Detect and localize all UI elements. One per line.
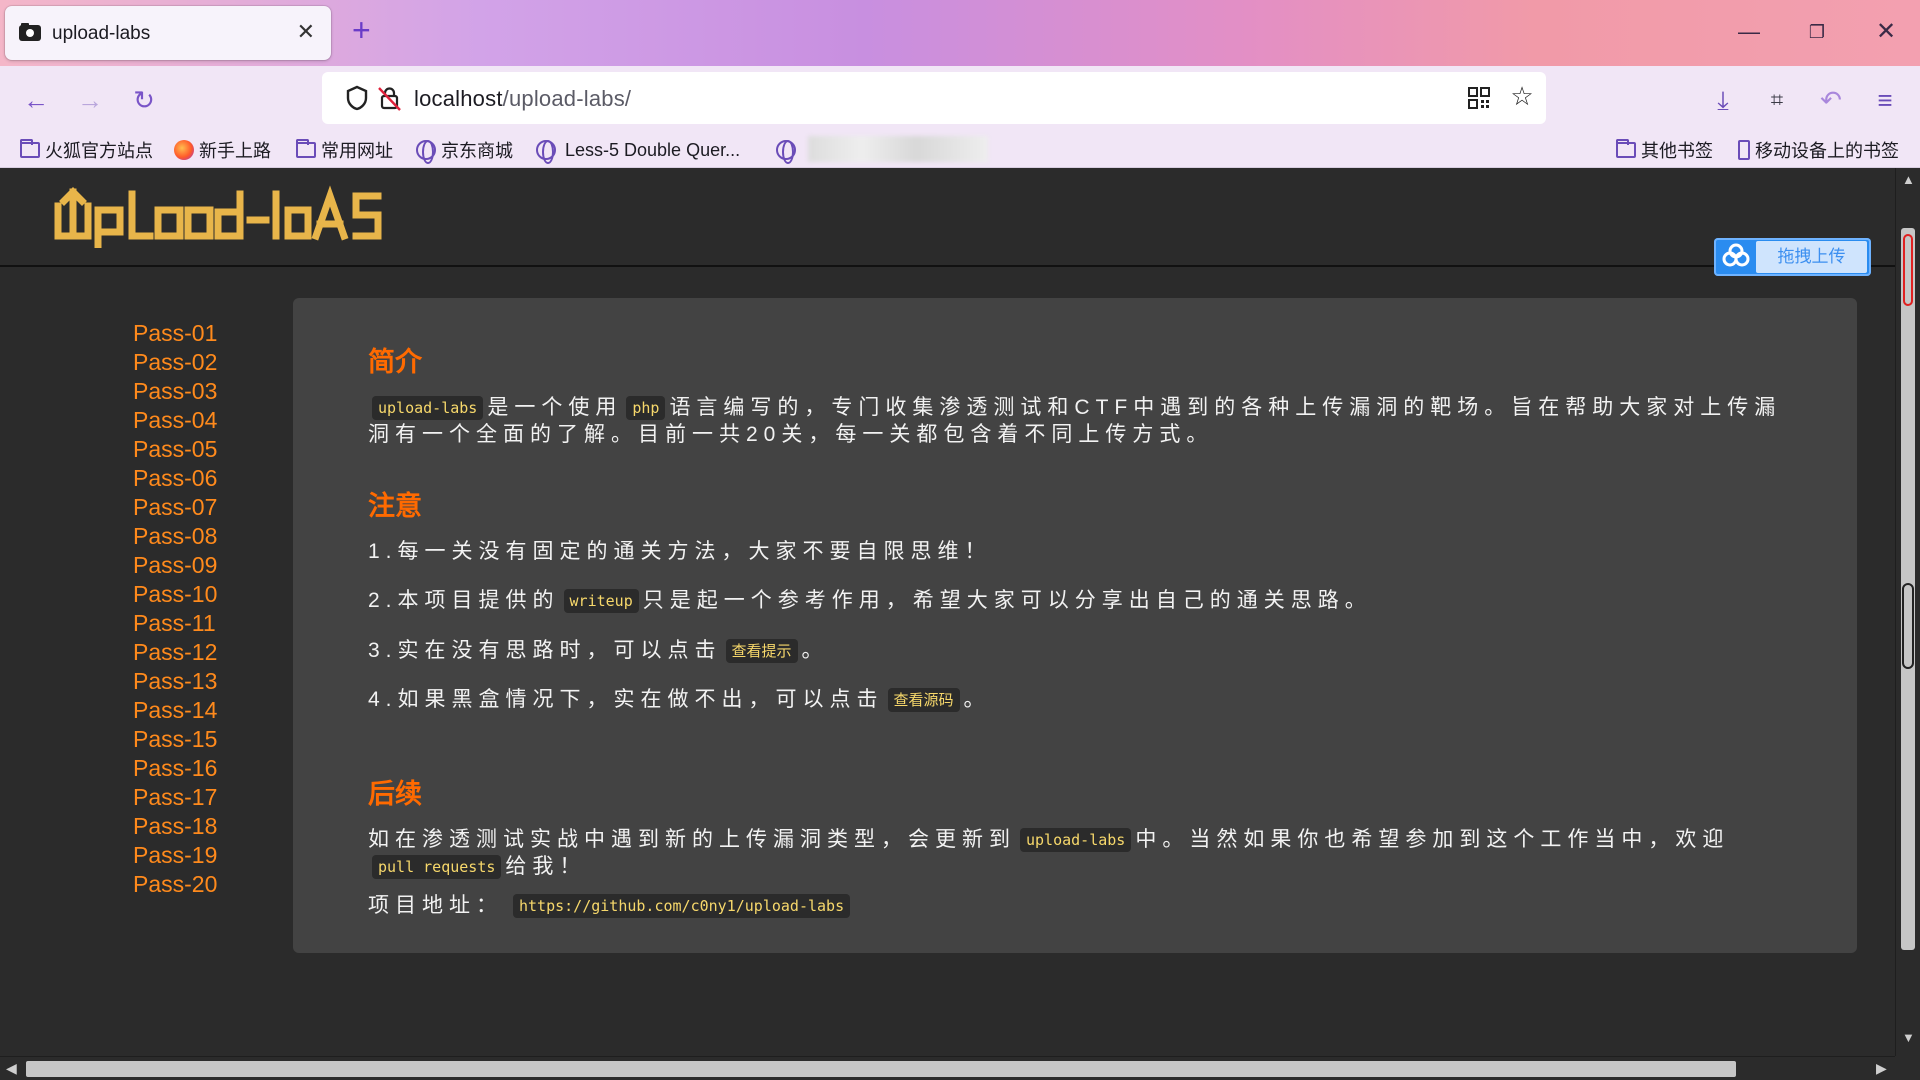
nav-pass-16[interactable]: Pass-16	[133, 755, 217, 782]
tab-strip: upload-labs ✕ + — ❐ ✕	[0, 0, 1920, 66]
bookmark-redacted[interactable]	[776, 136, 796, 164]
cloud-upload-icon	[1722, 243, 1750, 267]
scroll-corner	[1895, 1056, 1920, 1080]
minimize-icon[interactable]: —	[1729, 14, 1769, 50]
scroll-right-icon[interactable]: ▶	[1876, 1060, 1887, 1077]
scroll-up-icon[interactable]: ▲	[1902, 172, 1915, 187]
bookmark-common-sites[interactable]: 常用网址	[296, 136, 393, 164]
tab-title: upload-labs	[52, 23, 151, 44]
folder-icon	[20, 139, 40, 158]
navigation-toolbar: ← → ↻ localhost/upload-labs/ ☆ ⤓ ⌗ ↶ ≡	[0, 66, 1920, 132]
inline-code-upload-labs: upload-labs	[372, 396, 484, 420]
forward-icon[interactable]: →	[70, 80, 110, 120]
download-icon[interactable]: ⤓	[1703, 80, 1743, 120]
nav-pass-11[interactable]: Pass-11	[133, 610, 216, 637]
menu-icon[interactable]: ≡	[1865, 80, 1905, 120]
bookmark-star-icon[interactable]: ☆	[1507, 81, 1537, 111]
drag-upload-button[interactable]: 拖拽上传	[1714, 238, 1871, 276]
nav-pass-02[interactable]: Pass-02	[133, 349, 217, 376]
redacted-bookmark	[808, 136, 988, 162]
view-hint-button[interactable]: 查看提示	[725, 639, 798, 663]
tab-favicon-icon	[19, 23, 41, 41]
notice-heading: 注意	[368, 491, 422, 521]
nav-pass-12[interactable]: Pass-12	[133, 639, 217, 666]
notice-item-2: 2.本项目提供的 writeup 只是起一个参考作用，希望大家可以分享出自己的通关思…	[368, 589, 1372, 613]
nav-pass-13[interactable]: Pass-13	[133, 668, 217, 695]
scroll-indicator-dark	[1902, 583, 1914, 669]
followup-paragraph: 如在渗透测试实战中遇到新的上传漏洞类型，会更新到 upload-labs 中。当然如…	[368, 828, 1730, 879]
folder-icon	[1616, 139, 1636, 158]
scroll-down-icon[interactable]: ▼	[1902, 1030, 1915, 1045]
project-address: 项目地址： https://github.com/c0ny1/upload-lab…	[368, 892, 1788, 919]
upload-labs-logo[interactable]	[54, 182, 399, 248]
intro-heading: 简介	[368, 347, 422, 377]
shield-icon[interactable]	[342, 83, 372, 113]
inline-code-upload-labs-2: upload-labs	[1020, 828, 1132, 852]
notice-item-4: 4.如果黑盒情况下，实在做不出，可以点击 查看源码。	[368, 688, 991, 712]
nav-pass-08[interactable]: Pass-08	[133, 523, 217, 550]
site-header: 拖拽上传	[0, 168, 1895, 276]
pass-navigation: Pass-01 Pass-02 Pass-03 Pass-04 Pass-05 …	[0, 269, 290, 1056]
drag-upload-label: 拖拽上传	[1756, 241, 1867, 273]
nav-pass-14[interactable]: Pass-14	[133, 697, 217, 724]
nav-pass-18[interactable]: Pass-18	[133, 813, 217, 840]
nav-pass-01[interactable]: Pass-01	[133, 320, 217, 347]
scroll-indicator-red	[1903, 234, 1913, 306]
tab-upload-labs[interactable]: upload-labs ✕	[5, 6, 331, 60]
github-link[interactable]: https://github.com/c0ny1/upload-labs	[513, 894, 851, 918]
web-page: 拖拽上传 Pass-01 Pass-02 Pass-03 Pass-04 Pas…	[0, 168, 1895, 1056]
nav-pass-19[interactable]: Pass-19	[133, 842, 217, 869]
scroll-left-icon[interactable]: ◀	[6, 1060, 17, 1077]
intro-panel: 简介 upload-labs 是一个使用 php 语言编写的，专门收集渗透测试和CTF…	[293, 298, 1857, 953]
bookmark-mobile[interactable]: 移动设备上的书签	[1738, 136, 1899, 164]
nav-pass-10[interactable]: Pass-10	[133, 581, 217, 608]
mobile-icon	[1738, 140, 1750, 160]
undo-icon[interactable]: ↶	[1811, 80, 1851, 120]
bookmark-other[interactable]: 其他书签	[1616, 136, 1713, 164]
followup-heading: 后续	[368, 779, 422, 809]
bookmark-firefox-official[interactable]: 火狐官方站点	[20, 136, 153, 164]
insecure-lock-icon[interactable]	[374, 83, 404, 113]
nav-pass-06[interactable]: Pass-06	[133, 465, 217, 492]
window-close-icon[interactable]: ✕	[1866, 14, 1906, 50]
nav-pass-04[interactable]: Pass-04	[133, 407, 217, 434]
screenshot-crop-icon[interactable]: ⌗	[1757, 80, 1797, 120]
globe-icon	[776, 140, 796, 164]
tab-close-icon[interactable]: ✕	[297, 19, 315, 45]
vertical-scrollbar[interactable]: ▲ ▼	[1895, 168, 1920, 1056]
nav-pass-03[interactable]: Pass-03	[133, 378, 217, 405]
horizontal-scrollbar[interactable]: ◀ ▶	[0, 1056, 1895, 1080]
nav-pass-17[interactable]: Pass-17	[133, 784, 217, 811]
bookmark-getting-started[interactable]: 新手上路	[174, 136, 271, 164]
nav-pass-09[interactable]: Pass-09	[133, 552, 217, 579]
bookmark-less5[interactable]: Less-5 Double Quer...	[536, 136, 740, 164]
globe-icon	[536, 140, 556, 164]
globe-icon	[416, 140, 436, 164]
inline-code-php: php	[626, 396, 666, 420]
inline-code-pull-requests: pull requests	[372, 855, 502, 879]
bookmark-jd[interactable]: 京东商城	[416, 136, 513, 164]
qr-code-icon[interactable]	[1464, 83, 1494, 113]
horizontal-scroll-thumb[interactable]	[26, 1061, 1736, 1077]
folder-icon	[296, 139, 316, 158]
intro-paragraph: upload-labs 是一个使用 php 语言编写的，专门收集渗透测试和CTF中遇到…	[368, 396, 1782, 446]
nav-pass-15[interactable]: Pass-15	[133, 726, 217, 753]
notice-item-1: 1.每一关没有固定的通关方法，大家不要自限思维！	[368, 540, 992, 563]
nav-pass-07[interactable]: Pass-07	[133, 494, 217, 521]
url-text[interactable]: localhost/upload-labs/	[414, 86, 631, 112]
address-bar[interactable]: localhost/upload-labs/ ☆	[322, 72, 1546, 124]
back-icon[interactable]: ←	[16, 80, 56, 120]
new-tab-button[interactable]: +	[352, 12, 371, 49]
restore-icon[interactable]: ❐	[1797, 14, 1837, 50]
nav-pass-05[interactable]: Pass-05	[133, 436, 217, 463]
nav-pass-20[interactable]: Pass-20	[133, 871, 217, 898]
firefox-icon	[174, 140, 194, 160]
reload-icon[interactable]: ↻	[124, 80, 164, 120]
notice-item-3: 3.实在没有思路时，可以点击 查看提示。	[368, 639, 829, 663]
view-source-button[interactable]: 查看源码	[887, 688, 960, 712]
inline-code-writeup: writeup	[563, 589, 639, 613]
